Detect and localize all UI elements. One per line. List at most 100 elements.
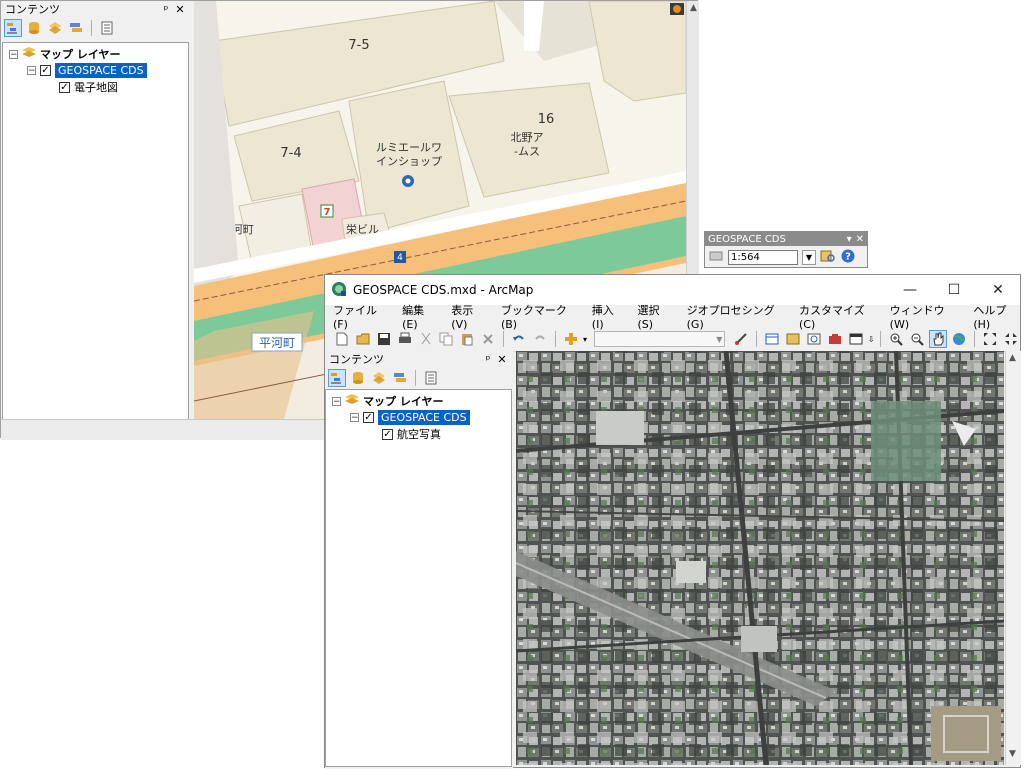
zoom-in-icon[interactable]: [887, 330, 905, 348]
open-folder-icon[interactable]: [354, 330, 372, 348]
menu-selection[interactable]: 選択(S): [637, 302, 672, 331]
arcmap-main-window: GEOSPACE CDS.mxd - ArcMap — ☐ ✕ ファイル(F) …: [324, 274, 1021, 769]
tree-row-sublayer[interactable]: ✓ 電子地図: [59, 79, 118, 95]
toolbar-separator: [756, 331, 758, 347]
cut-icon[interactable]: [417, 330, 435, 348]
list-by-selection-icon[interactable]: [67, 19, 85, 37]
pan-hand-icon[interactable]: [929, 330, 948, 348]
toolbar-overflow-icon[interactable]: ⇩: [868, 335, 875, 344]
maximize-button[interactable]: ☐: [932, 275, 976, 305]
search-window-icon[interactable]: [805, 330, 823, 348]
tree-row-map-layers[interactable]: − マップ レイヤー: [332, 393, 444, 409]
menu-edit[interactable]: 編集(E): [402, 302, 437, 331]
menu-help[interactable]: ヘルプ(H): [973, 302, 1020, 331]
floating-toolbar-header[interactable]: GEOSPACE CDS ▾ ✕: [705, 232, 867, 246]
list-by-source-icon[interactable]: [349, 369, 367, 387]
search-layer-icon[interactable]: [820, 248, 836, 267]
python-window-icon[interactable]: [847, 330, 865, 348]
geospace-layer-label[interactable]: GEOSPACE CDS: [55, 63, 147, 78]
save-icon[interactable]: [375, 330, 393, 348]
layer-icon[interactable]: [708, 248, 724, 267]
menu-insert[interactable]: 挿入(I): [592, 302, 624, 331]
menu-customize[interactable]: カスタマイズ(C): [799, 302, 876, 331]
visibility-checkbox[interactable]: ✓: [382, 428, 393, 440]
redo-icon[interactable]: [531, 330, 549, 348]
catalog-icon[interactable]: [784, 330, 802, 348]
menu-bookmarks[interactable]: ブックマーク(B): [501, 302, 578, 331]
add-data-dropdown-icon[interactable]: ▾: [583, 335, 587, 344]
toolbar-separator: [503, 331, 505, 347]
menu-windows[interactable]: ウィンドウ(W): [890, 302, 960, 331]
visibility-checkbox[interactable]: ✓: [59, 81, 70, 93]
map-label-lumiere-1: ルミエールワ: [376, 141, 442, 154]
close-toc-icon[interactable]: ✕: [173, 3, 187, 16]
delete-icon[interactable]: [479, 330, 497, 348]
editor-toolbar-icon[interactable]: [732, 330, 750, 348]
undo-icon[interactable]: [510, 330, 528, 348]
minimize-button[interactable]: —: [888, 275, 932, 305]
zoom-out-icon[interactable]: [908, 330, 926, 348]
toc-panel-front: コンテンツ ᵖ ✕ − マップ レイヤー − ✓ GEOSPACE CDS ✓ …: [325, 351, 513, 769]
visibility-checkbox[interactable]: ✓: [363, 412, 374, 423]
close-window-button[interactable]: ✕: [976, 275, 1020, 305]
visibility-checkbox[interactable]: ✓: [40, 65, 51, 76]
toc-title-front: コンテンツ: [329, 353, 384, 366]
scroll-down-icon[interactable]: ▼: [1009, 749, 1016, 759]
add-data-icon[interactable]: [562, 330, 580, 348]
scale-dropdown-chevron-icon[interactable]: ▼: [802, 250, 816, 265]
tree-row-sublayer[interactable]: ✓ 航空写真: [382, 426, 441, 442]
collapse-icon[interactable]: −: [332, 396, 341, 406]
scale-field[interactable]: 1:564: [728, 250, 798, 265]
pin-icon[interactable]: ᵖ: [481, 353, 495, 366]
standard-toolbar: ▾ ▼ ⇩: [325, 327, 1020, 352]
list-by-selection-icon[interactable]: [391, 369, 409, 387]
collapse-icon[interactable]: −: [9, 49, 18, 59]
menu-geoprocessing[interactable]: ジオプロセシング(G): [687, 302, 785, 331]
close-toolbar-icon[interactable]: ✕: [856, 234, 864, 245]
menu-file[interactable]: ファイル(F): [333, 302, 388, 331]
full-extent-globe-icon[interactable]: [950, 330, 968, 348]
pin-icon[interactable]: ᵖ: [159, 3, 173, 16]
fixed-zoom-out-icon[interactable]: [1002, 330, 1020, 348]
list-by-drawing-order-icon[interactable]: [328, 369, 346, 387]
map-layers-label: マップ レイヤー: [363, 395, 444, 408]
close-toc-icon[interactable]: ✕: [495, 353, 509, 366]
title-bar[interactable]: GEOSPACE CDS.mxd - ArcMap — ☐ ✕: [325, 275, 1020, 305]
copy-icon[interactable]: [438, 330, 456, 348]
geospace-layer-label[interactable]: GEOSPACE CDS: [378, 410, 470, 425]
paste-icon[interactable]: [458, 330, 476, 348]
options-icon[interactable]: [98, 19, 116, 37]
tree-row-geospace[interactable]: − ✓ GEOSPACE CDS: [350, 410, 470, 425]
scroll-up-icon[interactable]: ▲: [1009, 353, 1016, 363]
list-by-drawing-order-icon[interactable]: [4, 19, 22, 37]
map-label-kitano-1: 北野ア: [511, 131, 544, 144]
print-icon[interactable]: [396, 330, 414, 348]
arctoolbox-icon[interactable]: [826, 330, 844, 348]
new-document-icon[interactable]: [333, 330, 351, 348]
scroll-up-icon[interactable]: ▲: [690, 3, 697, 13]
scale-value: 1:564: [731, 252, 760, 263]
list-by-visibility-icon[interactable]: [46, 19, 64, 37]
menu-bar: ファイル(F) 編集(E) 表示(V) ブックマーク(B) 挿入(I) 選択(S…: [325, 304, 1020, 331]
help-icon[interactable]: ?: [840, 248, 856, 267]
vertical-scrollbar-front[interactable]: ▲ ▼: [1005, 351, 1021, 765]
collapse-icon[interactable]: −: [27, 66, 36, 76]
menu-view[interactable]: 表示(V): [451, 302, 487, 331]
tree-row-geospace[interactable]: − ✓ GEOSPACE CDS: [27, 63, 147, 78]
collapse-icon[interactable]: −: [350, 413, 359, 423]
fixed-zoom-in-icon[interactable]: [981, 330, 999, 348]
sublayer-label: 電子地図: [74, 81, 118, 94]
options-icon[interactable]: [422, 369, 440, 387]
tree-row-map-layers[interactable]: − マップ レイヤー: [9, 46, 121, 62]
sublayer-label: 航空写真: [397, 428, 441, 441]
aerial-photo-map-view[interactable]: [516, 351, 1004, 765]
list-by-visibility-icon[interactable]: [370, 369, 388, 387]
list-by-source-icon[interactable]: [25, 19, 43, 37]
table-of-contents-icon[interactable]: [763, 330, 781, 348]
toc-toolbar-back: [1, 17, 191, 39]
aerial-photo-svg: [516, 351, 1004, 765]
layers-icon: [22, 46, 36, 62]
toolbar-menu-icon[interactable]: ▾: [847, 234, 852, 245]
map-scale-combo[interactable]: ▼: [593, 331, 726, 347]
layers-icon: [345, 393, 359, 409]
